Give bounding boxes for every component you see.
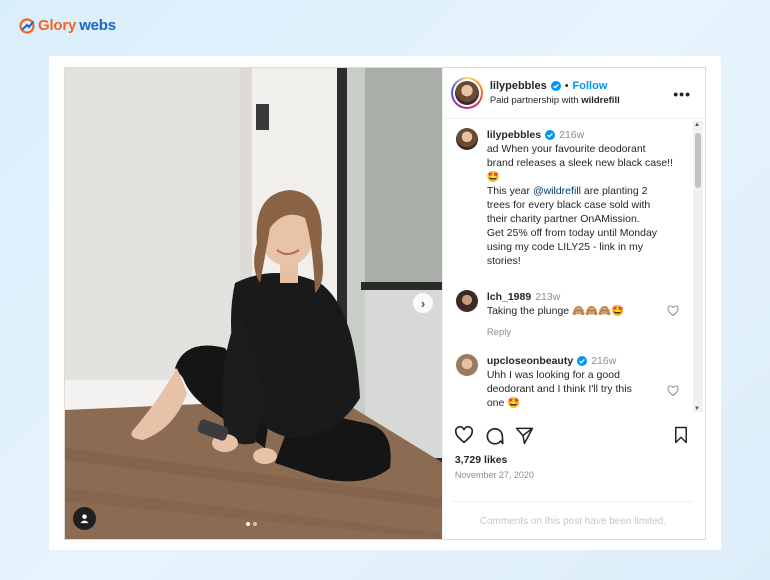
carousel-dot [253, 522, 257, 526]
caption-line: using my code LILY25 - link in my [486, 241, 644, 253]
comment-username[interactable]: lch_1989 [487, 290, 531, 304]
comments-list: lilypebbles 216w ad When your favourite … [443, 120, 693, 410]
verified-icon [550, 81, 561, 91]
comment-username[interactable]: upcloseonbeauty [487, 354, 573, 368]
scroll-down-icon[interactable]: ▼ [694, 406, 700, 412]
comment-icon[interactable] [484, 426, 504, 446]
reply-button[interactable]: Reply [487, 326, 625, 340]
comment-text: Uhh I was looking for a good [486, 369, 620, 381]
verified-icon [545, 130, 556, 140]
paid-partnership: Paid partnership with wildrefill [490, 95, 620, 106]
caption: lilypebbles 216w ad When your favourite … [455, 128, 674, 268]
caption-username[interactable]: lilypebbles [487, 128, 541, 142]
caption-line: ad When your favourite deodorant [486, 143, 646, 155]
comment-avatar[interactable] [455, 290, 478, 312]
caption-emoji: 🤩 [486, 171, 500, 183]
bookmark-icon[interactable] [673, 426, 689, 444]
follow-button[interactable]: Follow [573, 80, 608, 92]
carousel-dots [246, 522, 257, 526]
brand-name-part1: Glory [38, 17, 77, 34]
caption-line: stories! [486, 255, 521, 267]
comment-item: lch_1989 213w Taking the plunge 🙈🙈🙈🤩 Rep… [455, 290, 625, 340]
user-tag-icon[interactable] [73, 507, 96, 530]
instagram-post: lilypebbles • Follow Paid partnership wi… [64, 67, 706, 540]
share-icon[interactable] [515, 426, 534, 445]
comments-limited-notice: Comments on this post have been limited. [452, 501, 693, 527]
heart-icon[interactable] [454, 426, 474, 444]
comment-time: 213w [535, 291, 561, 303]
brand-logo[interactable]: Glory webs [19, 17, 116, 34]
caption-avatar[interactable] [455, 128, 478, 150]
scrollbar-thumb[interactable] [695, 133, 701, 188]
header-separator: • [564, 80, 569, 92]
post-header: lilypebbles • Follow Paid partnership wi… [442, 68, 705, 119]
comment-text: deodorant and I think I'll try this [486, 383, 632, 395]
brand-name-part2: webs [79, 17, 116, 34]
comment-time: 216w [591, 355, 617, 367]
verified-icon [577, 356, 588, 366]
post-actions [443, 420, 705, 450]
comment-text: Taking the plunge 🙈🙈🙈🤩 [486, 305, 625, 317]
post-photo[interactable] [65, 68, 442, 539]
comment-item: upcloseonbeauty 216w Uhh I was looking f… [455, 354, 632, 410]
heart-icon[interactable] [667, 305, 679, 317]
scroll-up-icon[interactable]: ▲ [694, 122, 700, 128]
mention-link[interactable]: @wildrefill [533, 185, 581, 197]
post-date: November 27, 2020 [454, 470, 534, 480]
likes-count[interactable]: 3,729 likes [455, 454, 508, 466]
comment-text: one 🤩 [486, 397, 521, 409]
caption-line: their charity partner OnAMission. [486, 213, 640, 225]
author-username[interactable]: lilypebbles [490, 80, 547, 92]
carousel-dot-active [246, 522, 250, 526]
more-icon[interactable]: ••• [673, 86, 691, 102]
glorywebs-logo-icon [19, 17, 35, 34]
post-image-illustration [65, 68, 442, 539]
author-avatar[interactable] [450, 77, 483, 109]
comment-avatar[interactable] [455, 354, 478, 376]
post-sidebar: lilypebbles • Follow Paid partnership wi… [441, 68, 705, 539]
next-arrow-icon[interactable]: › [413, 293, 433, 313]
caption-line: This year @wildrefill are planting 2 [486, 185, 648, 197]
caption-time: 216w [559, 129, 585, 141]
caption-line: Get 25% off from today until Monday [486, 227, 658, 239]
comments-scrollbar[interactable]: ▲ ▼ [693, 121, 703, 412]
caption-line: trees for every black case sold with [486, 199, 651, 211]
partnership-prefix: Paid partnership with [489, 95, 582, 106]
caption-line: brand releases a sleek new black case!! [486, 157, 674, 169]
partner-link[interactable]: wildrefill [581, 95, 620, 106]
heart-icon[interactable] [667, 385, 679, 397]
